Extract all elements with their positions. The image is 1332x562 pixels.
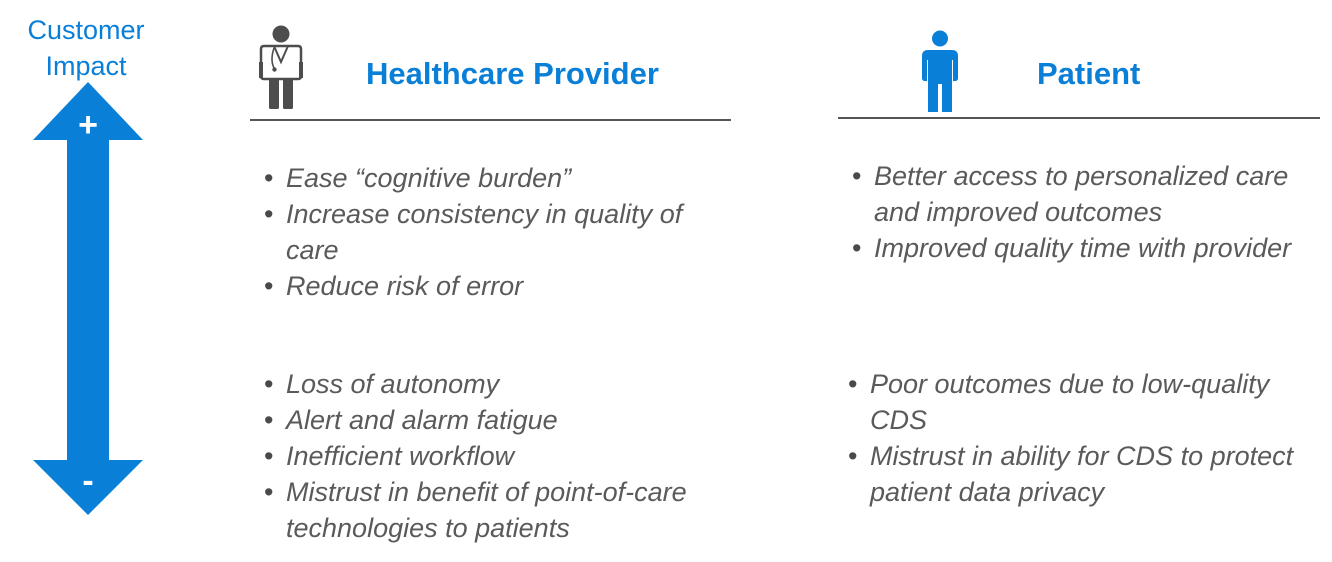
- provider-divider: [250, 119, 731, 121]
- doctor-icon: [259, 25, 303, 109]
- patient-divider: [838, 117, 1320, 119]
- axis-title-line2: Impact: [45, 51, 127, 81]
- list-item: Alert and alarm fatigue: [264, 402, 744, 438]
- list-item: Inefficient workflow: [264, 438, 744, 474]
- positive-sign: +: [78, 106, 98, 144]
- patient-title: Patient: [1037, 56, 1141, 91]
- list-item: Poor outcomes due to low-quality CDS: [848, 366, 1318, 438]
- patient-positive-list: Better access to personalized care and i…: [852, 158, 1302, 266]
- negative-sign: -: [82, 462, 93, 500]
- list-item: Increase consistency in quality of care: [264, 196, 704, 268]
- list-item: Loss of autonomy: [264, 366, 744, 402]
- list-item: Ease “cognitive burden”: [264, 160, 704, 196]
- list-item: Better access to personalized care and i…: [852, 158, 1302, 230]
- list-item: Reduce risk of error: [264, 268, 704, 304]
- impact-arrow: + -: [33, 82, 143, 515]
- impact-arrow-shape: [33, 82, 143, 515]
- axis-title-line1: Customer: [27, 15, 145, 45]
- list-item: Mistrust in benefit of point-of-care tec…: [264, 474, 744, 546]
- axis-title: Customer Impact: [0, 12, 172, 84]
- provider-title: Healthcare Provider: [366, 56, 659, 91]
- provider-negative-list: Loss of autonomy Alert and alarm fatigue…: [264, 366, 744, 546]
- provider-positive-list: Ease “cognitive burden” Increase consist…: [264, 160, 704, 304]
- patient-negative-list: Poor outcomes due to low-quality CDS Mis…: [848, 366, 1318, 510]
- person-icon: [922, 30, 958, 112]
- list-item: Improved quality time with provider: [852, 230, 1302, 266]
- list-item: Mistrust in ability for CDS to protect p…: [848, 438, 1318, 510]
